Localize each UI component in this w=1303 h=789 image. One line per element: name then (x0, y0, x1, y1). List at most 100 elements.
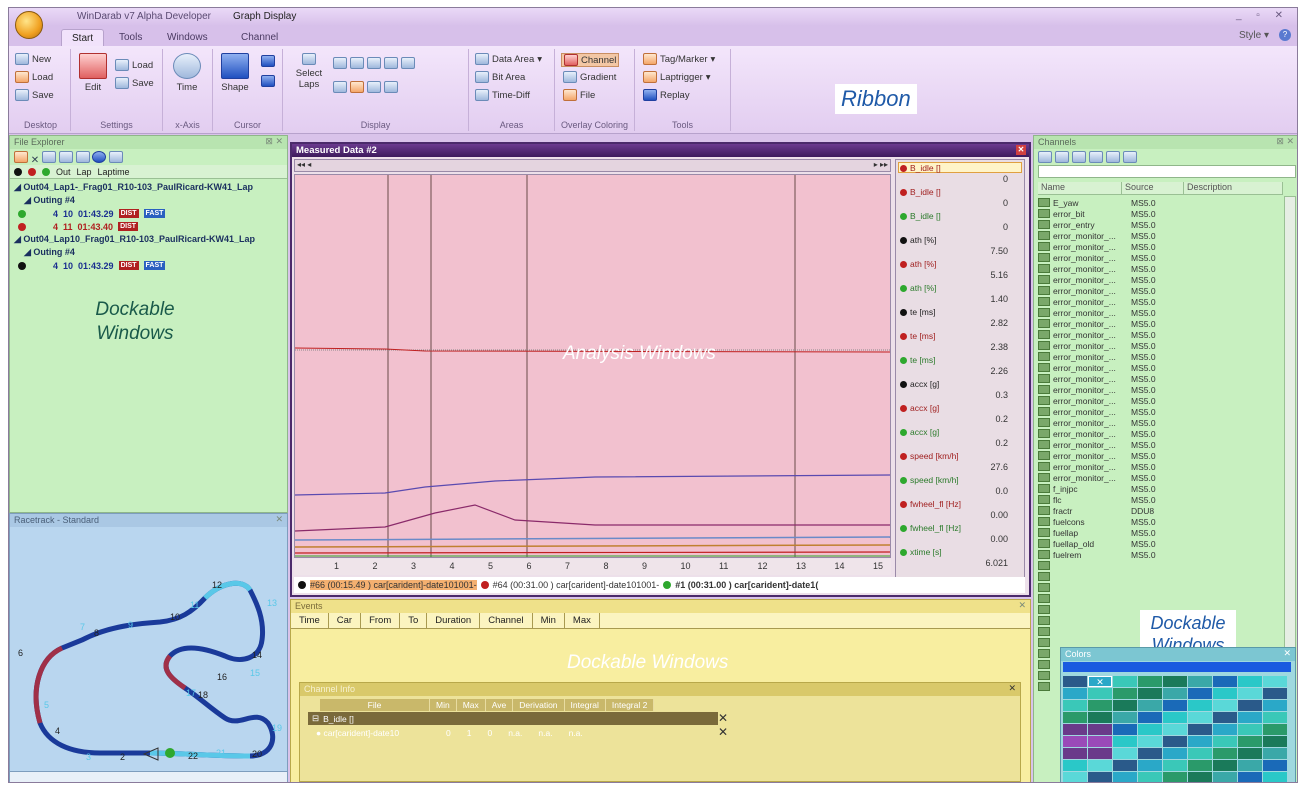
color-swatch[interactable] (1063, 700, 1087, 711)
close-icon[interactable]: ✕ (1283, 648, 1291, 659)
color-swatch[interactable] (1163, 772, 1187, 782)
events-column-header[interactable]: Channel (480, 613, 533, 628)
channel-row[interactable]: error_monitor_... MS5.0 (1038, 439, 1283, 450)
color-swatch[interactable] (1063, 748, 1087, 759)
color-swatch[interactable] (1188, 712, 1212, 723)
channel-row[interactable]: error_monitor_... MS5.0 (1038, 340, 1283, 351)
channel-row[interactable]: error_monitor_... MS5.0 (1038, 274, 1283, 285)
plot-area[interactable]: Analysis Windows (294, 174, 891, 558)
color-swatch[interactable] (1088, 772, 1112, 782)
racetrack-scrollbar[interactable] (10, 771, 287, 782)
color-swatch[interactable] (1138, 736, 1162, 747)
color-swatch[interactable] (1163, 748, 1187, 759)
edit-button[interactable]: Edit (79, 53, 107, 93)
legend-item[interactable]: ath [%] 5.16 (900, 259, 1022, 280)
legend-item[interactable]: te [ms] 2.38 (900, 331, 1022, 352)
delete-icon[interactable]: ✕ (31, 155, 39, 166)
cursor-down-icon[interactable] (261, 75, 275, 87)
app-menu-orb-icon[interactable] (15, 11, 43, 39)
channel-row[interactable]: error_bit MS5.0 (1038, 208, 1283, 219)
tab-channel[interactable]: Channel (231, 29, 288, 46)
color-swatch[interactable] (1263, 748, 1287, 759)
chart-icon[interactable] (109, 151, 124, 163)
color-swatch[interactable] (1213, 748, 1237, 759)
channel-row[interactable]: fuelcons MS5.0 (1038, 516, 1283, 527)
export-icon[interactable] (1106, 151, 1120, 163)
color-swatch[interactable] (1263, 724, 1287, 735)
channel-row[interactable]: fuellap_old MS5.0 (1038, 538, 1283, 549)
close-icon[interactable]: ✕ (1018, 600, 1026, 611)
channel-row[interactable]: error_monitor_... MS5.0 (1038, 307, 1283, 318)
column-out[interactable]: Out (56, 167, 71, 177)
legend-item[interactable]: fwheel_fl [Hz] 0.00 (900, 499, 1022, 520)
legend-item[interactable]: fwheel_fl [Hz] 0.00 (900, 523, 1022, 544)
channel-info-column-header[interactable]: Min (430, 699, 457, 711)
color-swatch[interactable] (1188, 772, 1212, 782)
import-icon[interactable] (1123, 151, 1137, 163)
color-swatch[interactable] (1138, 724, 1162, 735)
column-name[interactable]: Name (1038, 182, 1122, 194)
color-swatch[interactable] (1188, 676, 1212, 687)
legend-item[interactable]: te [ms] 2.26 (900, 355, 1022, 376)
color-swatch[interactable] (1188, 700, 1212, 711)
color-swatch[interactable] (1213, 688, 1237, 699)
channel-info-row[interactable]: ● car[carident]-date10 0 1 0 n.a. n.a. n.a. (308, 726, 718, 739)
channel-row[interactable]: error_monitor_... MS5.0 (1038, 472, 1283, 483)
color-swatch[interactable] (1138, 772, 1162, 782)
tab-start[interactable]: Start (61, 29, 105, 46)
layout-toolbar[interactable] (333, 81, 398, 93)
file-coloring-button[interactable]: File (563, 89, 595, 101)
tab-windows[interactable]: Windows (157, 29, 218, 46)
legend-item[interactable]: ath [%] 7.50 (900, 235, 1022, 256)
color-swatch[interactable] (1088, 688, 1112, 699)
color-swatch[interactable] (1238, 760, 1262, 771)
channel-info-column-header[interactable]: Derivation (513, 699, 565, 711)
color-swatch[interactable] (1188, 760, 1212, 771)
info-icon[interactable] (92, 151, 107, 163)
channel-row[interactable]: error_monitor_... MS5.0 (1038, 384, 1283, 395)
column-description[interactable]: Description (1184, 182, 1283, 194)
channel-info-column-header[interactable]: Integral (565, 699, 606, 711)
lap-row[interactable]: 4 10 01:43.29 DIST FAST (10, 207, 287, 220)
color-grid[interactable]: ✕ (1063, 676, 1287, 782)
events-column-header[interactable]: Max (565, 613, 600, 628)
color-swatch[interactable] (1088, 712, 1112, 723)
group-icon[interactable] (1072, 151, 1086, 163)
color-swatch[interactable] (1113, 724, 1137, 735)
color-swatch[interactable] (1238, 736, 1262, 747)
color-swatch[interactable] (1213, 772, 1237, 782)
color-swatch[interactable] (1163, 712, 1187, 723)
color-swatch[interactable] (1113, 748, 1137, 759)
events-column-header[interactable]: Car (329, 613, 362, 628)
color-swatch[interactable] (1063, 676, 1087, 687)
color-swatch[interactable] (1113, 712, 1137, 723)
channel-info-column-header[interactable]: File (320, 699, 430, 711)
channel-info-column-header[interactable]: Max (457, 699, 486, 711)
lap-legend-label[interactable]: #1 (00:31.00 ) car[carident]-date1( (675, 580, 818, 590)
color-swatch[interactable] (1163, 688, 1187, 699)
channel-search-input[interactable] (1038, 165, 1296, 178)
save-button[interactable]: Save (15, 89, 54, 101)
events-column-header[interactable]: From (361, 613, 401, 628)
channel-row[interactable]: error_monitor_... MS5.0 (1038, 241, 1283, 252)
color-swatch[interactable] (1263, 736, 1287, 747)
color-swatch[interactable] (1188, 724, 1212, 735)
color-swatch[interactable] (1188, 748, 1212, 759)
events-column-header[interactable]: To (400, 613, 428, 628)
lap-legend-label[interactable]: #64 (00:31.00 ) car[carident]-date101001… (493, 580, 660, 590)
color-swatch[interactable]: ✕ (1088, 676, 1112, 687)
tab-tools[interactable]: Tools (109, 29, 152, 46)
channel-row[interactable]: fractr DDU8 (1038, 505, 1283, 516)
channel-row[interactable]: error_monitor_... MS5.0 (1038, 417, 1283, 428)
channel-info-column-header[interactable]: Integral 2 (606, 699, 655, 711)
color-swatch[interactable] (1163, 676, 1187, 687)
channel-info-group-row[interactable]: ⊟ B_idle [] (308, 712, 718, 725)
events-column-header[interactable]: Min (533, 613, 565, 628)
color-swatch[interactable] (1088, 736, 1112, 747)
color-swatch[interactable] (1163, 700, 1187, 711)
replay-button[interactable]: Replay (643, 89, 690, 101)
legend-item[interactable]: B_idle [] 0 (900, 211, 1022, 232)
column-laptime[interactable]: Laptime (98, 167, 130, 177)
legend-item[interactable]: B_idle [] 0 (900, 187, 1022, 208)
color-swatch[interactable] (1113, 676, 1137, 687)
